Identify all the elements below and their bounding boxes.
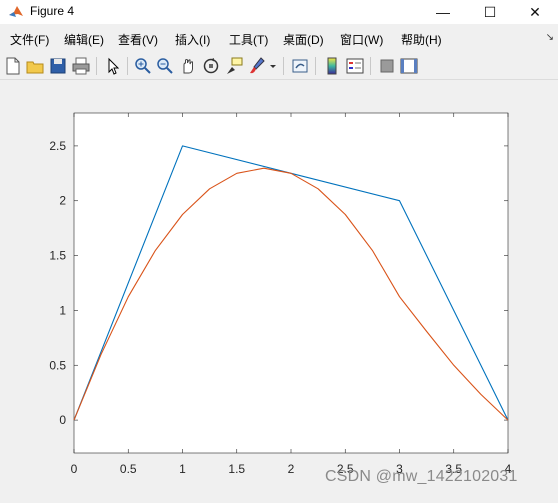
menu-file[interactable]: 文件(F)	[10, 31, 49, 48]
maximize-button[interactable]: ☐	[467, 0, 513, 24]
open-icon[interactable]	[25, 56, 45, 76]
y-tick-label: 2.5	[49, 139, 66, 153]
show-plot-tools-icon[interactable]	[399, 56, 419, 76]
toolbar-separator	[127, 57, 128, 75]
menu-bar: 文件(F) 编辑(E) 查看(V) 插入(I) 工具(T) 桌面(D) 窗口(W…	[0, 28, 558, 50]
matlab-logo-icon	[9, 6, 23, 17]
window-title: Figure 4	[30, 4, 75, 18]
brush-dropdown-icon[interactable]	[268, 56, 278, 76]
data-cursor-icon[interactable]	[224, 56, 244, 76]
zoom-out-icon[interactable]	[155, 56, 175, 76]
maximize-icon: ☐	[483, 3, 497, 20]
x-tick-label: 0.5	[120, 462, 137, 476]
figure-canvas: 0 0.5 1 1.5 2 2.5 3 3.5 4 0 0.5 1 1.5 2 2.5	[0, 80, 558, 498]
brush-icon[interactable]	[247, 56, 267, 76]
y-tick-label: 1.5	[49, 249, 66, 263]
hide-plot-tools-icon[interactable]	[377, 56, 397, 76]
legend-icon[interactable]	[345, 56, 365, 76]
title-bar: Figure 4 — ☐ ✕	[0, 0, 558, 24]
minimize-icon: —	[436, 4, 450, 20]
x-tick-label: 0	[71, 462, 78, 476]
menu-insert[interactable]: 插入(I)	[175, 31, 210, 48]
menu-overflow-icon[interactable]: ↘	[546, 32, 554, 43]
colorbar-icon[interactable]	[322, 56, 342, 76]
plot-area	[73, 112, 509, 454]
y-tick-label: 2	[59, 194, 66, 208]
toolbar-separator	[283, 57, 284, 75]
y-tick-label: 0	[59, 413, 66, 427]
menu-tools[interactable]: 工具(T)	[229, 31, 268, 48]
toolbar-separator	[315, 57, 316, 75]
menu-window[interactable]: 窗口(W)	[340, 31, 383, 48]
new-figure-icon[interactable]	[3, 56, 23, 76]
print-icon[interactable]	[71, 56, 91, 76]
plot-axes[interactable]: 0 0.5 1 1.5 2 2.5 3 3.5 400.511.522.5	[0, 80, 558, 498]
zoom-in-icon[interactable]	[133, 56, 153, 76]
save-icon[interactable]	[48, 56, 68, 76]
pointer-icon[interactable]	[103, 56, 123, 76]
x-tick-label: 1.5	[228, 462, 245, 476]
minimize-button[interactable]: —	[420, 0, 466, 24]
x-tick-label: 2	[288, 462, 295, 476]
close-button[interactable]: ✕	[512, 0, 558, 24]
pan-icon[interactable]	[178, 56, 198, 76]
y-tick-label: 0.5	[49, 358, 66, 372]
menu-view[interactable]: 查看(V)	[118, 31, 158, 48]
close-icon: ✕	[529, 3, 541, 20]
toolbar-separator	[370, 57, 371, 75]
rotate-3d-icon[interactable]	[201, 56, 221, 76]
menu-edit[interactable]: 编辑(E)	[64, 31, 104, 48]
y-tick-label: 1	[59, 303, 66, 317]
menu-help[interactable]: 帮助(H)	[401, 31, 442, 48]
x-tick-label: 1	[179, 462, 186, 476]
menu-desktop[interactable]: 桌面(D)	[283, 31, 324, 48]
watermark-text: CSDN @mw_1422102031	[325, 468, 518, 485]
figure-toolbar	[0, 53, 558, 80]
toolbar-separator	[96, 57, 97, 75]
link-plot-icon[interactable]	[290, 56, 310, 76]
